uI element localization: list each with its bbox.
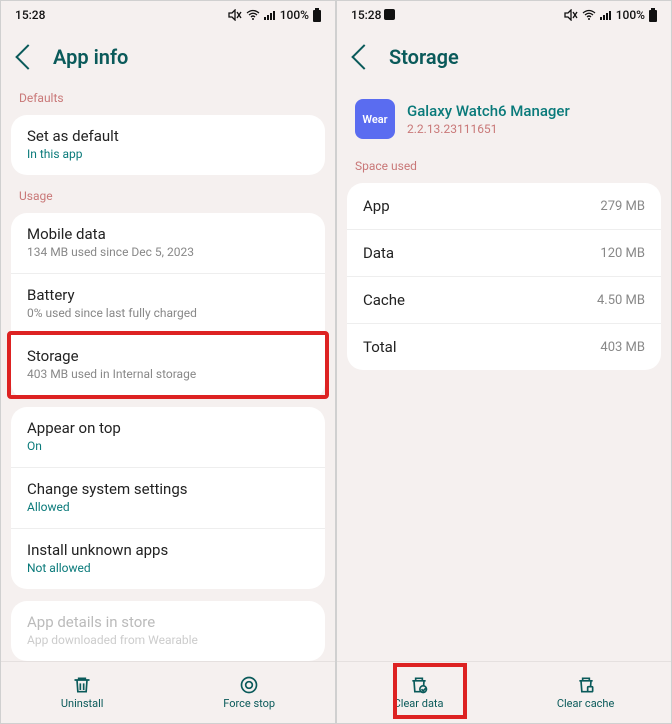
media-icon	[384, 9, 395, 20]
appear-on-top-row[interactable]: Appear on top On	[11, 407, 325, 468]
signal-icon	[264, 9, 276, 21]
battery-icon	[649, 8, 657, 22]
store-card: App details in store App downloaded from…	[11, 601, 325, 661]
permissions-card: Appear on top On Change system settings …	[11, 407, 325, 589]
usage-card: Mobile data 134 MB used since Dec 5, 202…	[11, 213, 325, 399]
header: App info	[1, 29, 335, 89]
clear-cache-icon	[576, 675, 596, 695]
status-icons: 100%	[564, 8, 657, 22]
bottom-bar: Uninstall Force stop	[1, 661, 335, 723]
back-icon[interactable]	[15, 44, 40, 69]
install-unknown-row[interactable]: Install unknown apps Not allowed	[11, 529, 325, 589]
header: Storage	[337, 29, 671, 89]
signal-icon	[600, 9, 612, 21]
battery-percent: 100%	[616, 8, 645, 22]
bottom-bar: Clear data Clear cache	[337, 661, 671, 723]
status-bar: 15:28 100%	[337, 1, 671, 29]
data-size-row: Data 120 MB	[347, 230, 661, 277]
section-space-used: Space used	[337, 157, 671, 179]
set-default-row[interactable]: Set as default In this app	[11, 115, 325, 175]
defaults-card: Set as default In this app	[11, 115, 325, 175]
app-details-store-row: App details in store App downloaded from…	[11, 601, 325, 661]
app-header: Wear Galaxy Watch6 Manager 2.2.13.231116…	[337, 89, 671, 157]
page-title: App info	[53, 45, 128, 69]
mute-icon	[228, 9, 242, 21]
storage-row[interactable]: Storage 403 MB used in Internal storage	[11, 335, 325, 395]
mobile-data-row[interactable]: Mobile data 134 MB used since Dec 5, 202…	[11, 213, 325, 274]
app-info-screen: 15:28 100% App info Defaults Set as defa…	[0, 0, 336, 724]
app-icon: Wear	[355, 99, 395, 139]
battery-row[interactable]: Battery 0% used since last fully charged	[11, 274, 325, 335]
app-version: 2.2.13.23111651	[407, 122, 570, 136]
section-defaults: Defaults	[1, 89, 335, 111]
app-size-row: App 279 MB	[347, 183, 661, 230]
clear-data-button[interactable]: Clear data	[382, 669, 456, 716]
cache-size-row: Cache 4.50 MB	[347, 277, 661, 324]
battery-icon	[313, 8, 321, 22]
clear-data-icon	[409, 675, 429, 695]
change-settings-row[interactable]: Change system settings Allowed	[11, 468, 325, 529]
storage-highlight: Storage 403 MB used in Internal storage	[7, 331, 329, 399]
status-bar: 15:28 100%	[1, 1, 335, 29]
force-stop-button[interactable]: Force stop	[211, 669, 287, 716]
battery-percent: 100%	[280, 8, 309, 22]
total-size-row: Total 403 MB	[347, 324, 661, 370]
wifi-icon	[582, 9, 596, 21]
uninstall-button[interactable]: Uninstall	[49, 669, 116, 716]
wifi-icon	[246, 9, 260, 21]
status-icons: 100%	[228, 8, 321, 22]
mute-icon	[564, 9, 578, 21]
status-time: 15:28	[15, 8, 45, 22]
trash-icon	[72, 675, 92, 695]
storage-screen: 15:28 100% Storage Wear Galaxy Watch6 Ma…	[336, 0, 672, 724]
section-usage: Usage	[1, 187, 335, 209]
stop-icon	[239, 675, 259, 695]
back-icon[interactable]	[351, 44, 376, 69]
status-time: 15:28	[351, 8, 395, 22]
space-used-card: App 279 MB Data 120 MB Cache 4.50 MB Tot…	[347, 183, 661, 370]
app-name[interactable]: Galaxy Watch6 Manager	[407, 102, 570, 120]
page-title: Storage	[389, 45, 459, 69]
clear-cache-button[interactable]: Clear cache	[545, 669, 627, 716]
